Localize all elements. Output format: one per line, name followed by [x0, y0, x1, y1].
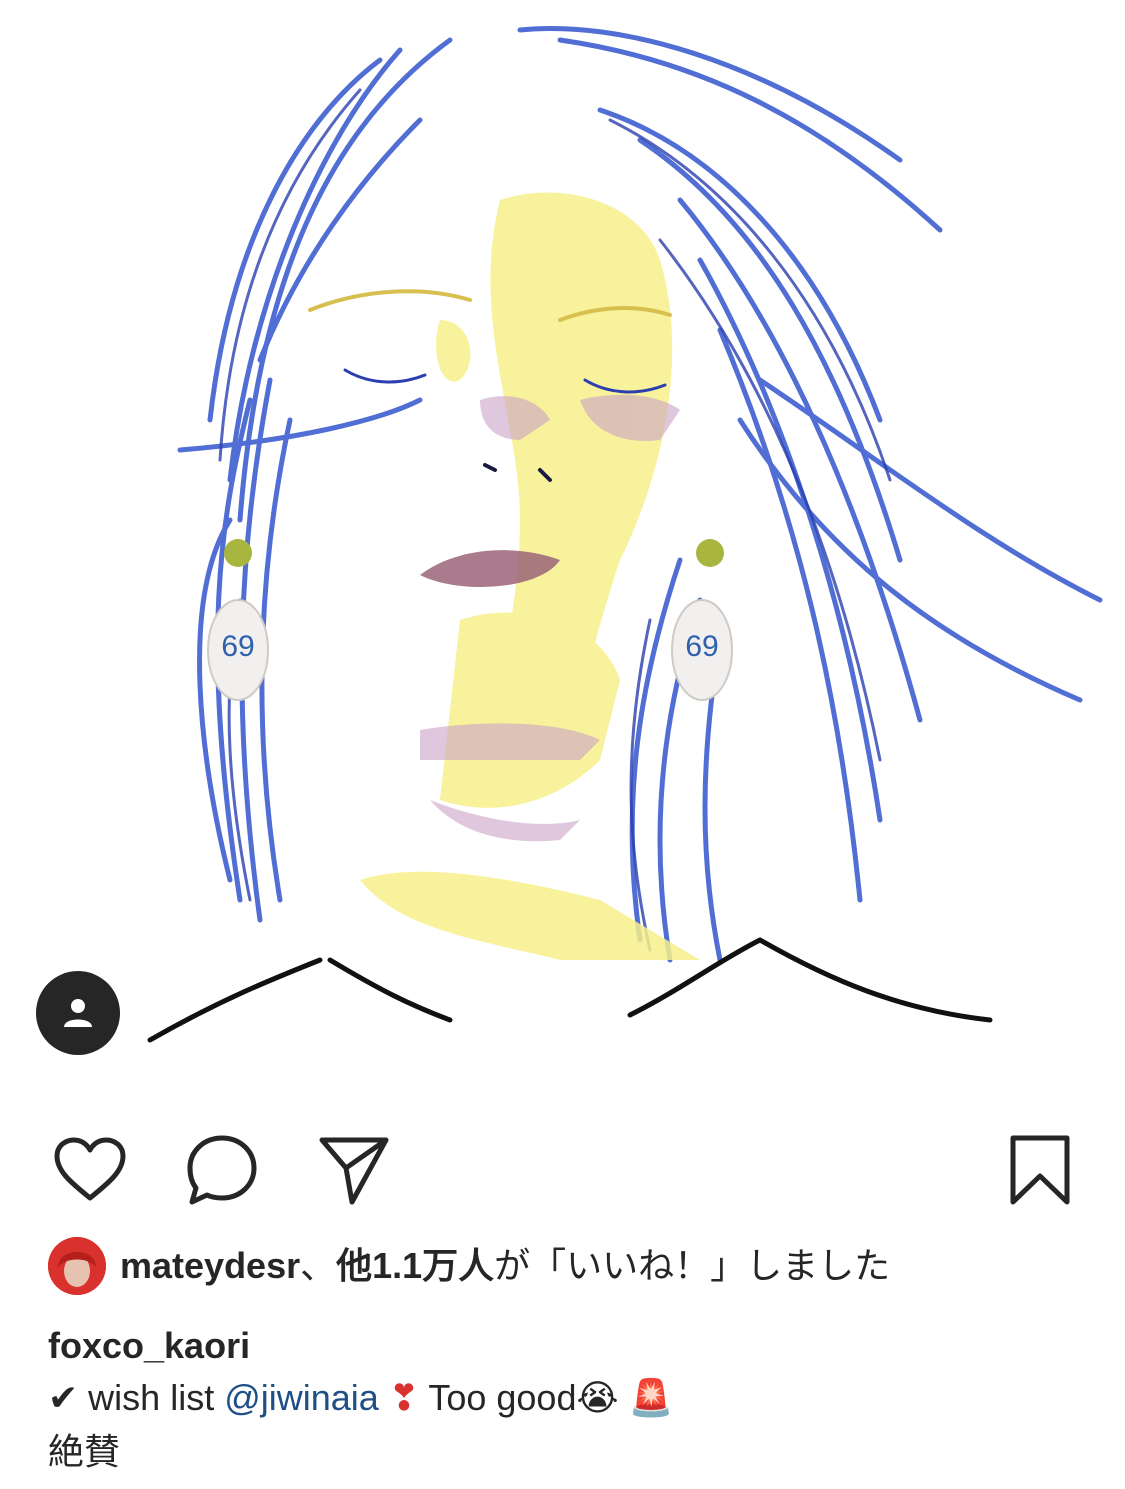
mention-link[interactable]: @jiwinaia	[224, 1377, 379, 1418]
earring-number-left: 69	[221, 630, 254, 663]
comment-bubble-icon	[187, 1135, 257, 1205]
person-icon	[64, 999, 92, 1027]
likes-summary[interactable]: mateydesr 、 他1.1万人 が「いいね！」しました	[48, 1236, 890, 1296]
liker-avatar[interactable]	[48, 1237, 106, 1295]
caption-text-before: wish list	[78, 1377, 225, 1418]
bookmark-icon	[1010, 1135, 1070, 1205]
caption-second-line: 絶賛	[48, 1431, 121, 1472]
heart-exclamation-emoji: ❣	[378, 1377, 419, 1418]
likes-count[interactable]: 他1.1万人	[336, 1236, 494, 1296]
user-tag-button[interactable]	[36, 971, 120, 1055]
earring-number-right: 69	[685, 630, 718, 663]
post-action-bar	[0, 1120, 1125, 1220]
illustration-portrait: 69 69	[147, 26, 1103, 1043]
crying-emoji: 😭	[576, 1377, 619, 1418]
siren-emoji: 🚨	[618, 1377, 674, 1418]
like-button[interactable]	[50, 1130, 130, 1210]
post-image[interactable]: 69 69	[0, 0, 1125, 1100]
heart-icon	[54, 1137, 126, 1201]
likes-suffix: が「いいね！」しました	[494, 1245, 891, 1286]
share-button[interactable]	[314, 1130, 394, 1210]
avatar-image	[48, 1237, 106, 1295]
check-emoji: ✔	[48, 1377, 79, 1418]
earring-left	[207, 539, 269, 701]
liker-username[interactable]: mateydesr	[120, 1236, 300, 1296]
caption-text: ✔ wish list @jiwinaia ❣ Too good😭 🚨	[48, 1374, 673, 1422]
caption-username[interactable]: foxco_kaori	[48, 1322, 250, 1370]
paper-plane-icon	[319, 1137, 389, 1205]
likes-separator: 、	[300, 1245, 337, 1286]
caption-text-after: Too good	[418, 1377, 577, 1418]
comment-button[interactable]	[182, 1130, 262, 1210]
save-button[interactable]	[1000, 1130, 1080, 1210]
